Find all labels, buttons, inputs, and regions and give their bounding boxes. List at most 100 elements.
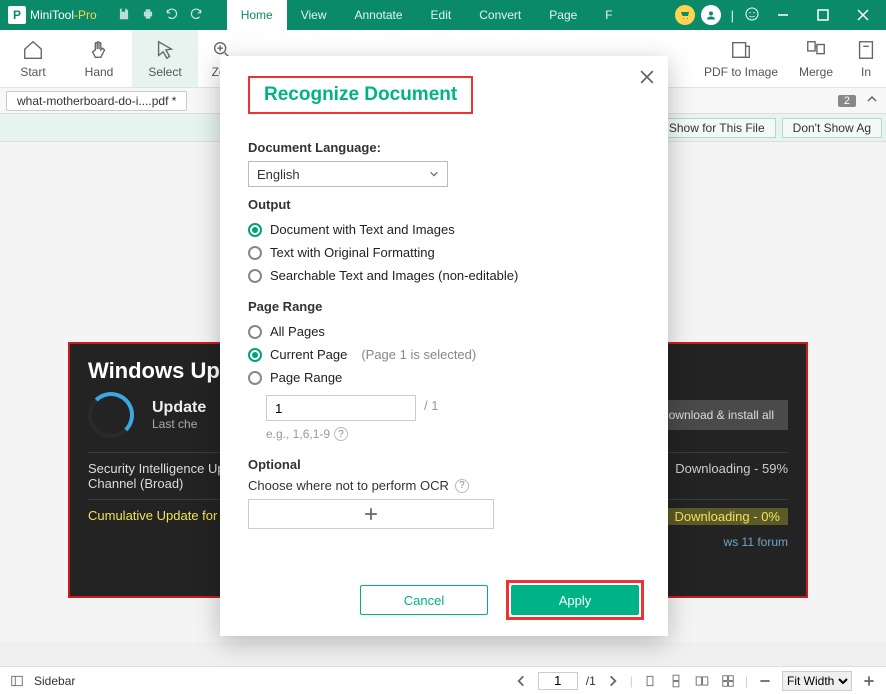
print-icon[interactable] bbox=[141, 7, 155, 24]
dont-show-all-button[interactable]: Don't Show Ag bbox=[782, 118, 882, 138]
app-logo-section: P MiniTool-Pro bbox=[0, 6, 105, 24]
apply-button[interactable]: Apply bbox=[511, 585, 639, 615]
status-bar: Sidebar /1 | | Fit Width bbox=[0, 666, 886, 694]
dialog-title-callout: Recognize Document bbox=[248, 76, 473, 114]
prev-page-button[interactable] bbox=[512, 672, 530, 690]
range-option-all[interactable]: All Pages bbox=[248, 320, 640, 343]
menu-overflow[interactable]: F bbox=[591, 0, 626, 30]
page-total: /1 bbox=[586, 674, 596, 688]
tool-select-label: Select bbox=[148, 65, 181, 79]
output-label: Output bbox=[248, 197, 640, 212]
tool-hand-label: Hand bbox=[85, 65, 114, 79]
zoom-mode-select[interactable]: Fit Width bbox=[782, 671, 852, 691]
minimize-button[interactable] bbox=[766, 0, 800, 30]
view-single-icon[interactable] bbox=[641, 672, 659, 690]
feedback-icon[interactable] bbox=[744, 6, 760, 25]
chevron-up-icon[interactable] bbox=[866, 93, 878, 108]
cart-icon[interactable] bbox=[675, 5, 695, 25]
main-menu: Home View Annotate Edit Convert Page F bbox=[227, 0, 627, 30]
menu-convert[interactable]: Convert bbox=[465, 0, 535, 30]
tool-pdf-to-image[interactable]: PDF to Image bbox=[696, 30, 786, 87]
undo-icon[interactable] bbox=[165, 7, 179, 24]
range-hint: e.g., 1,6,1-9? bbox=[266, 427, 640, 441]
output-option-label: Text with Original Formatting bbox=[270, 245, 435, 260]
lang-label: Document Language: bbox=[248, 140, 640, 155]
range-hint-text: e.g., 1,6,1-9 bbox=[266, 427, 330, 441]
output-option-doc-text-images[interactable]: Document with Text and Images bbox=[248, 218, 640, 241]
radio-icon bbox=[248, 246, 262, 260]
preview-item2-status: Downloading - 0% bbox=[666, 508, 788, 525]
radio-icon bbox=[248, 371, 262, 385]
zoom-out-button[interactable] bbox=[756, 672, 774, 690]
title-right-controls: | bbox=[675, 0, 886, 30]
view-two-page-icon[interactable] bbox=[693, 672, 711, 690]
app-title-suffix: -Pro bbox=[74, 8, 97, 22]
tool-start-label: Start bbox=[20, 65, 45, 79]
tool-start[interactable]: Start bbox=[0, 30, 66, 87]
preview-item2-text: Cumulative Update for W bbox=[88, 508, 233, 525]
user-icon[interactable] bbox=[701, 5, 721, 25]
separator: | bbox=[731, 8, 734, 23]
app-title: MiniTool-Pro bbox=[30, 8, 97, 22]
radio-icon bbox=[248, 348, 262, 362]
range-option-label: All Pages bbox=[270, 324, 325, 339]
optional-label: Optional bbox=[248, 457, 640, 472]
ocr-exclude-add-button[interactable] bbox=[248, 499, 494, 529]
chevron-down-icon bbox=[429, 167, 439, 182]
tab-overflow-badge[interactable]: 2 bbox=[838, 95, 856, 107]
zoom-in-button[interactable] bbox=[860, 672, 878, 690]
menu-edit[interactable]: Edit bbox=[417, 0, 466, 30]
lang-select-value: English bbox=[257, 167, 300, 182]
help-icon[interactable]: ? bbox=[334, 427, 348, 441]
preview-item1-text: Security Intelligence Upd Channel (Broad… bbox=[88, 461, 232, 491]
refresh-icon bbox=[88, 392, 134, 438]
range-option-label: Current Page bbox=[270, 347, 347, 362]
next-page-button[interactable] bbox=[604, 672, 622, 690]
menu-home[interactable]: Home bbox=[227, 0, 287, 30]
app-logo-icon: P bbox=[8, 6, 26, 24]
radio-icon bbox=[248, 269, 262, 283]
range-input[interactable] bbox=[266, 395, 416, 421]
preview-updates-title: Update bbox=[152, 399, 206, 417]
menu-page[interactable]: Page bbox=[535, 0, 591, 30]
lang-select[interactable]: English bbox=[248, 161, 448, 187]
output-option-label: Document with Text and Images bbox=[270, 222, 455, 237]
view-grid-icon[interactable] bbox=[719, 672, 737, 690]
title-bar: P MiniTool-Pro Home View Annotate Edit C… bbox=[0, 0, 886, 30]
dialog-close-button[interactable] bbox=[640, 70, 654, 87]
tool-insert[interactable]: In bbox=[846, 30, 886, 87]
tool-insert-label: In bbox=[861, 65, 871, 79]
preview-forum-link: ws 11 forum bbox=[724, 535, 788, 549]
menu-annotate[interactable]: Annotate bbox=[341, 0, 417, 30]
sidebar-toggle-icon[interactable] bbox=[8, 672, 26, 690]
cancel-button[interactable]: Cancel bbox=[360, 585, 488, 615]
preview-item1-status: Downloading - 59% bbox=[675, 461, 788, 491]
app-title-main: MiniTool bbox=[30, 8, 74, 22]
close-button[interactable] bbox=[846, 0, 880, 30]
output-option-searchable[interactable]: Searchable Text and Images (non-editable… bbox=[248, 264, 640, 287]
tool-hand[interactable]: Hand bbox=[66, 30, 132, 87]
range-option-label: Page Range bbox=[270, 370, 342, 385]
output-option-text-formatting[interactable]: Text with Original Formatting bbox=[248, 241, 640, 264]
range-option-custom[interactable]: Page Range bbox=[248, 366, 640, 389]
dialog-title: Recognize Document bbox=[264, 84, 457, 106]
view-continuous-icon[interactable] bbox=[667, 672, 685, 690]
maximize-button[interactable] bbox=[806, 0, 840, 30]
menu-view[interactable]: View bbox=[287, 0, 341, 30]
radio-icon bbox=[248, 325, 262, 339]
document-tab[interactable]: what-motherboard-do-i....pdf * bbox=[6, 91, 187, 111]
range-option-current[interactable]: Current Page (Page 1 is selected) bbox=[248, 343, 640, 366]
apply-button-callout: Apply bbox=[506, 580, 644, 620]
tool-merge[interactable]: Merge bbox=[786, 30, 846, 87]
sidebar-label[interactable]: Sidebar bbox=[34, 674, 75, 688]
save-icon[interactable] bbox=[117, 7, 131, 24]
page-number-input[interactable] bbox=[538, 672, 578, 690]
help-icon[interactable]: ? bbox=[455, 479, 469, 493]
tool-pdf-to-image-label: PDF to Image bbox=[704, 65, 778, 79]
tool-select[interactable]: Select bbox=[132, 30, 198, 87]
redo-icon[interactable] bbox=[189, 7, 203, 24]
range-total: / 1 bbox=[424, 398, 438, 413]
range-current-note: (Page 1 is selected) bbox=[361, 347, 476, 362]
recognize-document-dialog: Recognize Document Document Language: En… bbox=[220, 56, 668, 636]
radio-icon bbox=[248, 223, 262, 237]
